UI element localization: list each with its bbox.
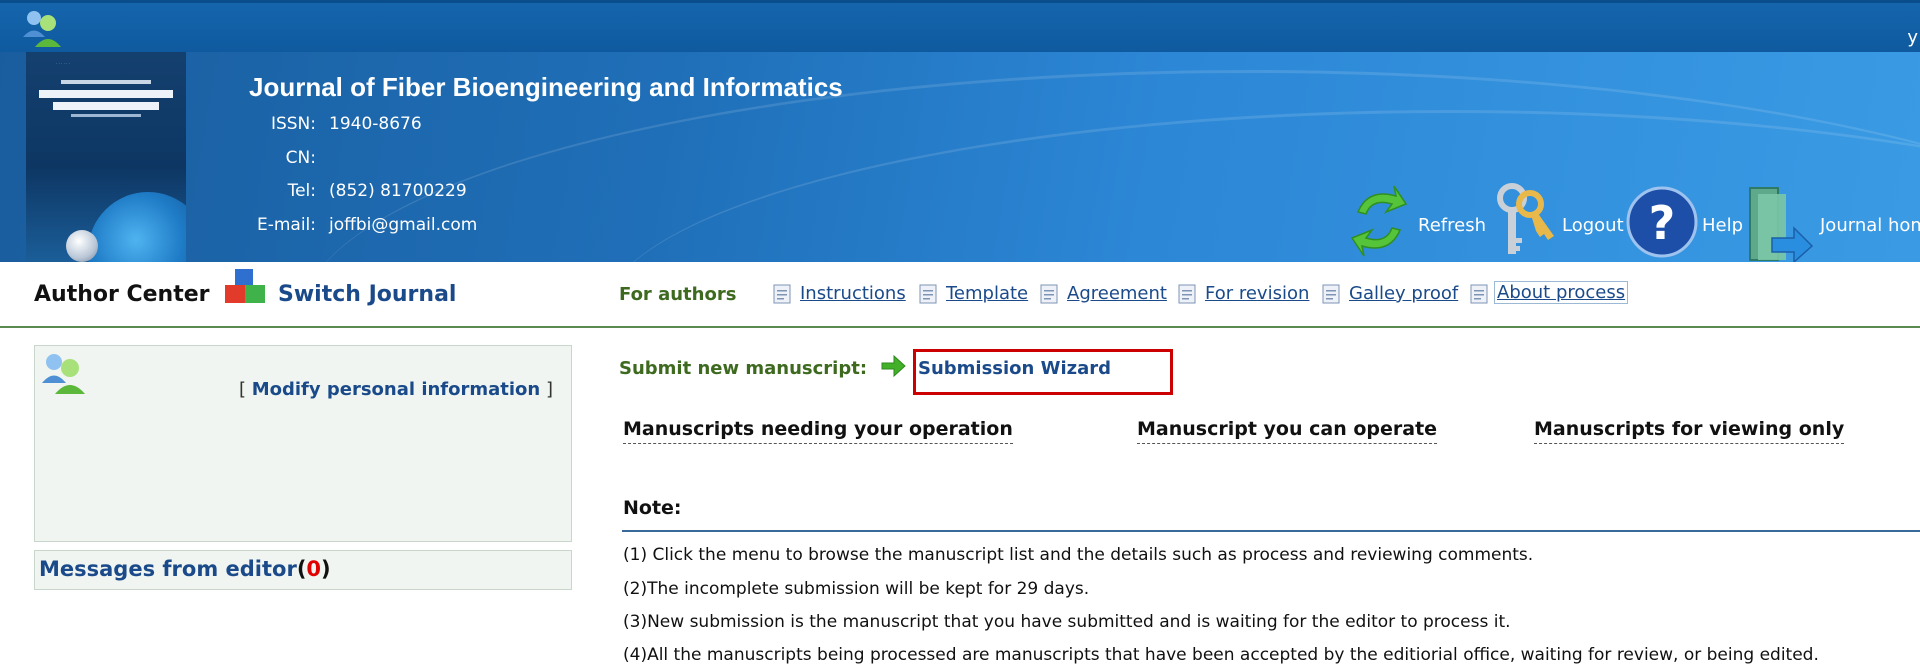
- submission-wizard-link[interactable]: Submission Wizard: [918, 358, 1111, 379]
- document-icon: [1470, 284, 1488, 304]
- top-bar: y: [0, 0, 1920, 52]
- info-value: 1940-8676: [329, 114, 422, 134]
- paren-close: ): [321, 557, 331, 581]
- refresh-label[interactable]: Refresh: [1418, 215, 1486, 236]
- users-icon: [20, 7, 66, 53]
- top-bar-text: y: [1907, 27, 1918, 48]
- info-value: (852) 81700229: [329, 181, 467, 201]
- users-icon: [39, 350, 89, 400]
- nav-link-label[interactable]: For revision: [1205, 283, 1309, 304]
- note-item: (3)New submission is the manuscript that…: [623, 612, 1511, 632]
- keys-icon: [1497, 183, 1554, 254]
- paren-open: (: [296, 557, 307, 581]
- document-icon: [1322, 284, 1340, 304]
- bracket-open: [: [238, 379, 246, 400]
- help-button[interactable]: ?: [1626, 182, 1700, 262]
- cover-fine-print: . . . . . .: [56, 60, 70, 65]
- help-icon: ?: [1626, 186, 1698, 258]
- document-icon: [773, 284, 791, 304]
- info-label: E-mail:: [256, 215, 316, 235]
- tab-can-operate[interactable]: Manuscript you can operate: [1137, 418, 1438, 444]
- submit-new-manuscript-label: Submit new manuscript:: [619, 358, 868, 379]
- document-icon: [919, 284, 937, 304]
- bracket-close: ]: [545, 379, 553, 400]
- info-value: joffbi@gmail.com: [329, 215, 478, 235]
- info-label: Tel:: [287, 181, 316, 201]
- site-header: y . . . . . . Journal of Fiber Bioengine…: [0, 0, 1920, 262]
- document-icon: [1040, 284, 1058, 304]
- nav-link-label[interactable]: Instructions: [800, 283, 906, 304]
- logout-label[interactable]: Logout: [1562, 215, 1624, 236]
- messages-label[interactable]: Messages from editor: [39, 557, 297, 581]
- nav-link-label[interactable]: Agreement: [1067, 283, 1167, 304]
- nav-link-label[interactable]: Galley proof: [1349, 283, 1458, 304]
- messages-from-editor[interactable]: Messages from editor(0): [39, 557, 331, 581]
- note-divider: [622, 530, 1920, 532]
- tab-viewing-only[interactable]: Manuscripts for viewing only: [1534, 418, 1845, 444]
- note-item: (2)The incomplete submission will be kep…: [623, 579, 1090, 599]
- note-item: (1) Click the menu to browse the manuscr…: [623, 545, 1534, 565]
- logout-button[interactable]: [1492, 182, 1562, 262]
- tab-needing-operation[interactable]: Manuscripts needing your operation: [623, 418, 1013, 444]
- svg-text:?: ?: [1649, 196, 1676, 250]
- journal-home-icon: [1749, 187, 1814, 262]
- messages-panel[interactable]: Messages from editor(0): [34, 550, 572, 590]
- author-nav-bar: Author Center Switch Journal For authors…: [0, 262, 1920, 328]
- journal-title: Journal of Fiber Bioengineering and Info…: [249, 72, 843, 102]
- cubes-icon[interactable]: [223, 267, 267, 313]
- nav-link-label[interactable]: About process: [1494, 281, 1629, 304]
- messages-count[interactable]: 0: [306, 557, 321, 581]
- info-label: ISSN:: [270, 114, 316, 134]
- arrow-right-icon: [880, 353, 906, 383]
- document-icon: [1178, 284, 1196, 304]
- note-item: (4)All the manuscripts being processed a…: [623, 645, 1819, 665]
- switch-journal-link[interactable]: Switch Journal: [278, 282, 456, 307]
- help-label[interactable]: Help: [1702, 215, 1743, 236]
- refresh-icon: [1350, 185, 1408, 257]
- for-authors-label: For authors: [619, 284, 737, 305]
- modify-personal-info[interactable]: [ Modify personal information ]: [239, 379, 553, 400]
- modify-personal-info-link[interactable]: Modify personal information: [252, 379, 541, 400]
- author-center-title: Author Center: [34, 282, 210, 307]
- info-label: CN:: [285, 148, 316, 168]
- note-title: Note:: [623, 497, 682, 519]
- journal-home-label[interactable]: Journal home: [1820, 215, 1920, 236]
- profile-panel: [ Modify personal information ]: [34, 345, 572, 542]
- nav-link-label[interactable]: Template: [946, 283, 1028, 304]
- journal-home-button[interactable]: [1748, 182, 1818, 262]
